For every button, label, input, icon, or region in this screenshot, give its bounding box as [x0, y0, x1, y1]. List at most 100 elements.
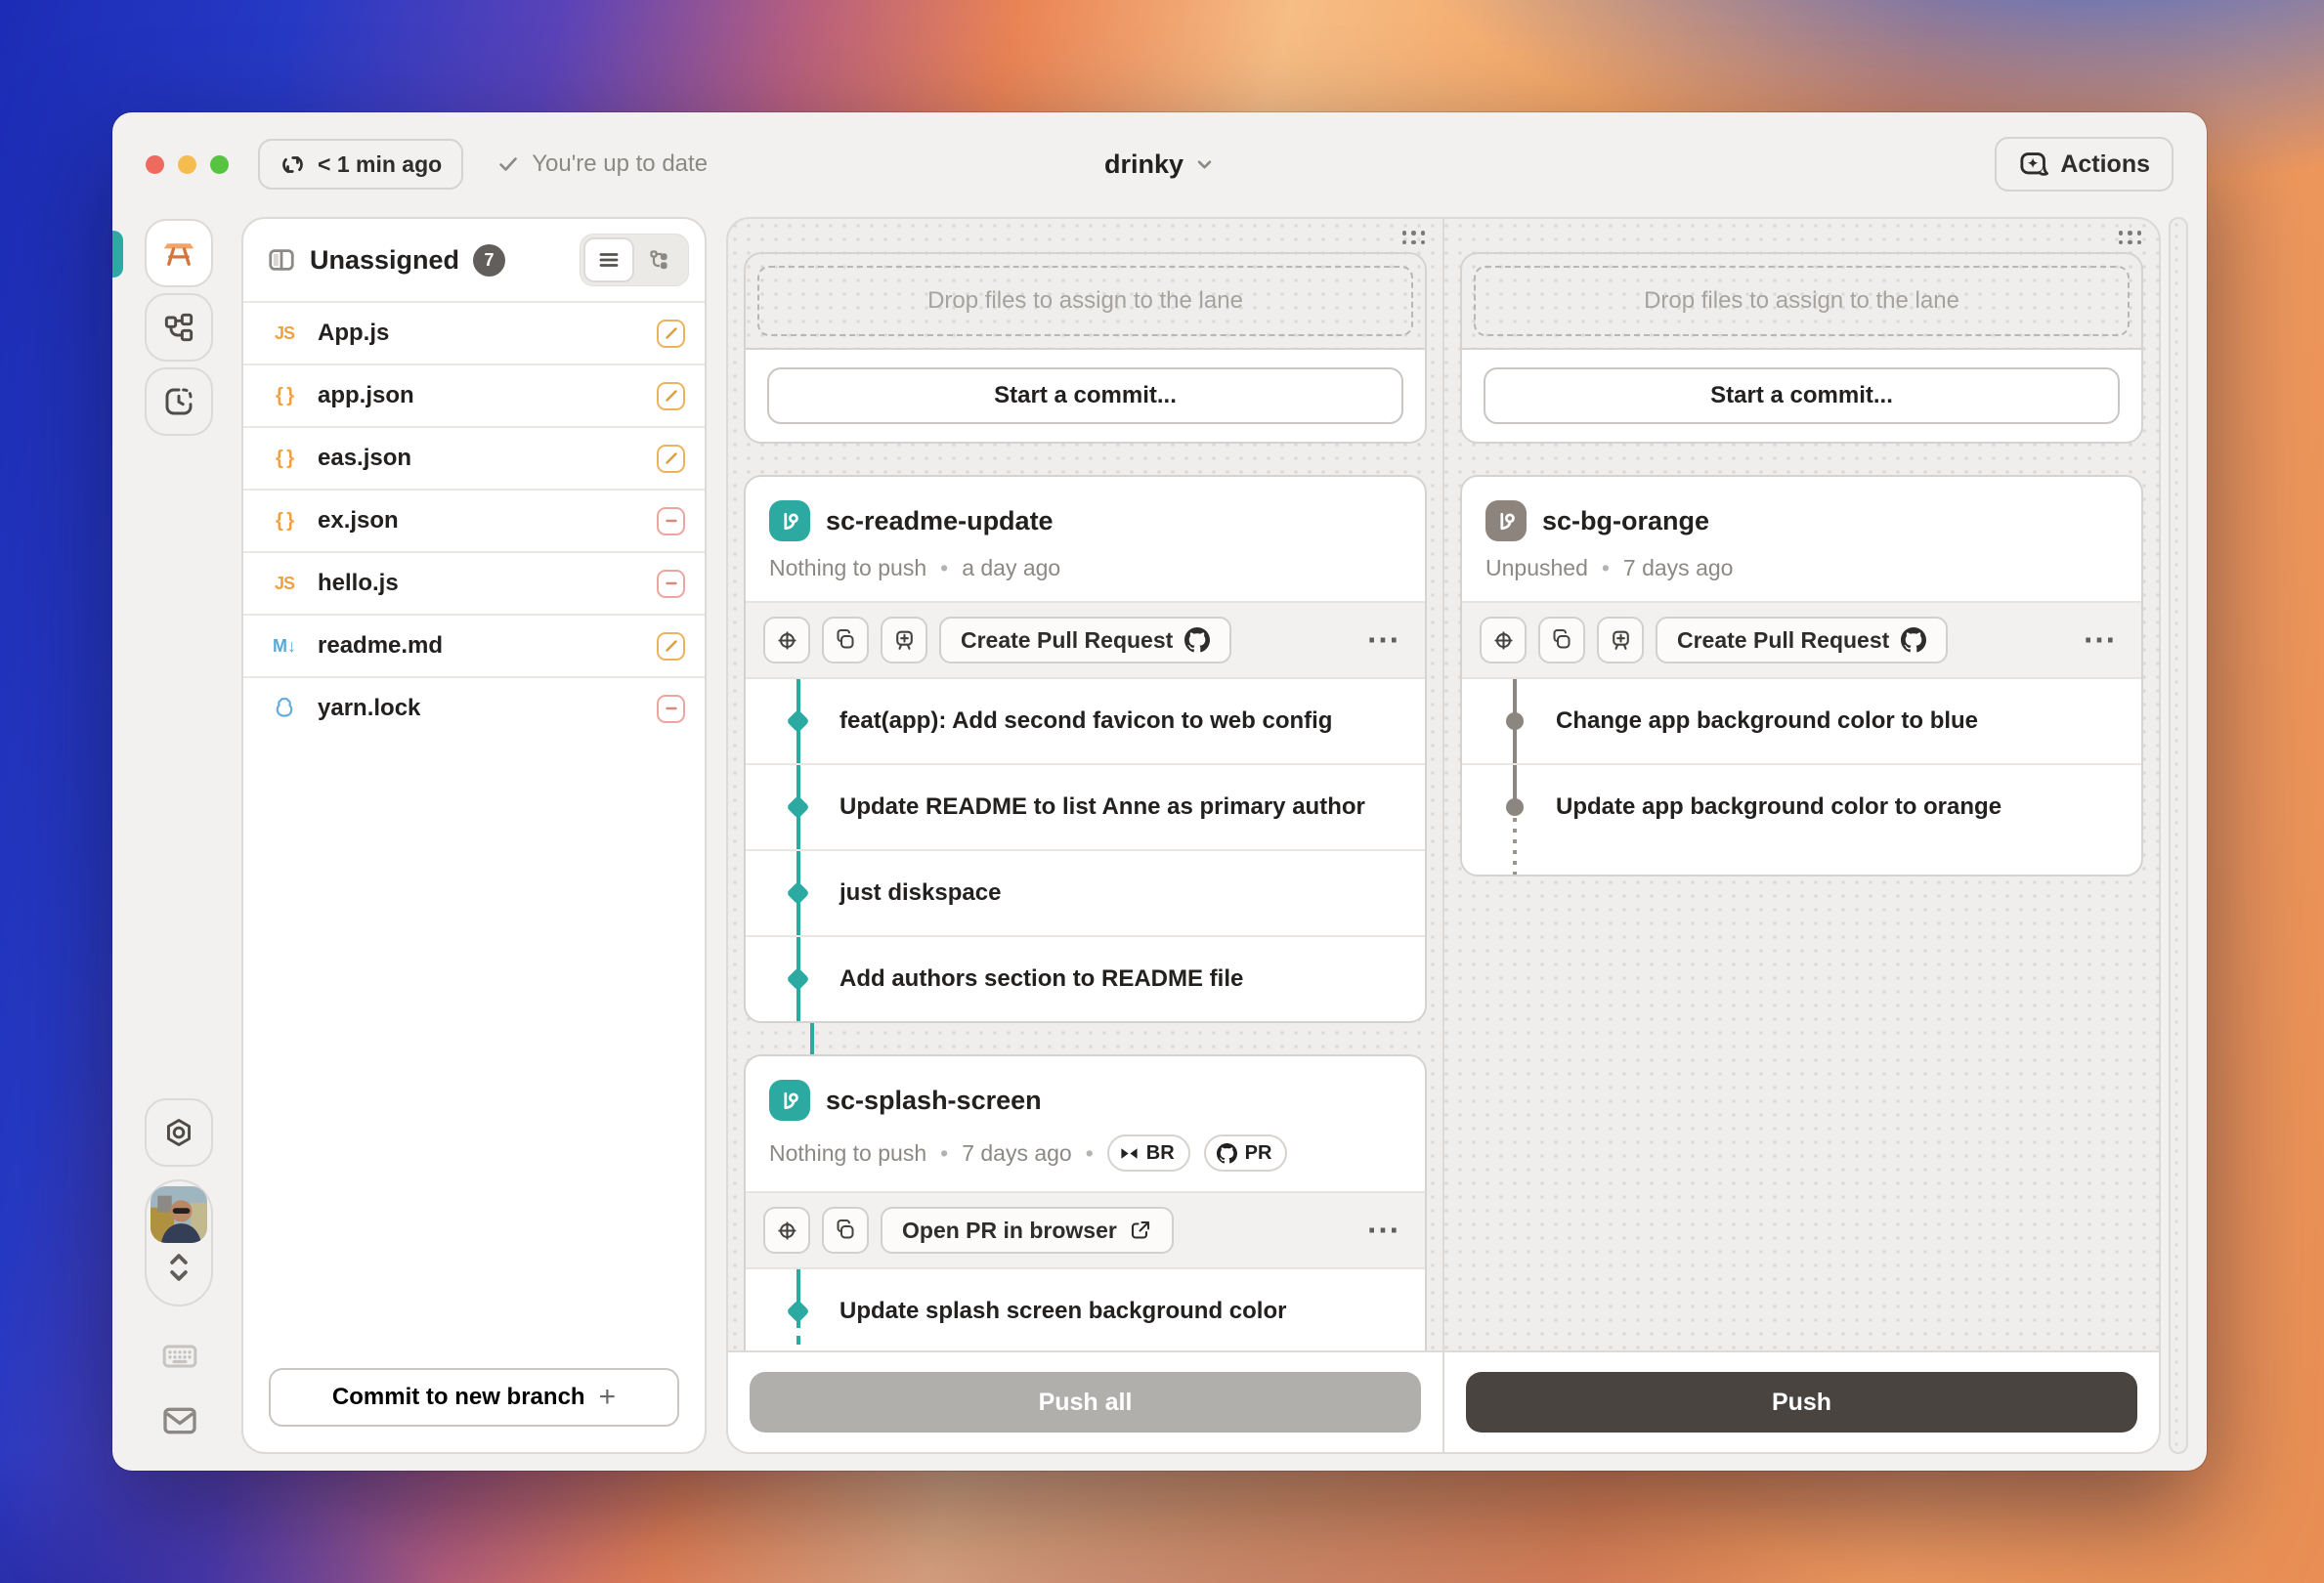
lane-drag-handle[interactable]: [1402, 231, 1426, 244]
commit-composer-card: Drop files to assign to the lane Start a…: [744, 252, 1427, 444]
branch-menu-button[interactable]: ⋯: [1358, 623, 1407, 657]
file-row[interactable]: M↓ readme.md: [243, 614, 705, 676]
focus-branch-button[interactable]: [763, 617, 810, 663]
commit-row[interactable]: Update app background color to orange: [1462, 763, 2141, 849]
project-selector[interactable]: drinky: [1104, 150, 1215, 180]
list-view-button[interactable]: [583, 237, 634, 282]
lane-1-scroll-area[interactable]: Drop files to assign to the lane Start a…: [728, 219, 1442, 1350]
project-name: drinky: [1104, 150, 1184, 180]
butler-review-badge[interactable]: BR: [1107, 1134, 1190, 1172]
commit-row[interactable]: Change app background color to blue: [1462, 679, 2141, 763]
new-lane-drop-strip[interactable]: [2169, 217, 2188, 1454]
unassigned-panel: Unassigned 7 JS App.js: [241, 217, 707, 1454]
add-dependent-branch-button[interactable]: [881, 617, 927, 663]
open-pr-in-browser-button[interactable]: Open PR in browser: [881, 1207, 1174, 1254]
copy-branch-name-button[interactable]: [1538, 617, 1585, 663]
commit-row[interactable]: Update README to list Anne as primary au…: [746, 763, 1425, 849]
commit-list: feat(app): Add second favicon to web con…: [746, 679, 1425, 1021]
sidebar-item-workspace[interactable]: [145, 219, 213, 287]
start-commit-button[interactable]: Start a commit...: [767, 367, 1403, 424]
commit-row[interactable]: Add authors section to README file: [746, 935, 1425, 1021]
commit-composer-card: Drop files to assign to the lane Start a…: [1460, 252, 2143, 444]
push-all-button[interactable]: Push all: [750, 1372, 1421, 1433]
branch-toolbar: Open PR in browser ⋯: [746, 1191, 1425, 1269]
file-row[interactable]: { } eas.json: [243, 426, 705, 489]
file-row[interactable]: JS App.js: [243, 301, 705, 364]
keyboard-shortcuts-button[interactable]: [159, 1336, 200, 1377]
github-icon: [1217, 1143, 1237, 1164]
plus-icon: +: [599, 1381, 617, 1414]
tree-view-button[interactable]: [634, 237, 685, 282]
create-pull-request-button[interactable]: Create Pull Request: [939, 617, 1231, 663]
zoom-window-button[interactable]: [210, 155, 229, 174]
feedback-button[interactable]: [159, 1400, 200, 1441]
branch-toolbar: Create Pull Request ⋯: [1462, 601, 2141, 679]
yarn-file-icon: [267, 696, 302, 721]
js-file-icon: JS: [267, 574, 302, 594]
close-window-button[interactable]: [146, 155, 164, 174]
drop-zone[interactable]: Drop files to assign to the lane: [746, 254, 1425, 348]
lanes-container: Drop files to assign to the lane Start a…: [726, 217, 2161, 1454]
branch-lane-icon: [769, 1080, 810, 1121]
branch-header[interactable]: sc-bg-orange Unpushed • 7 days ago: [1462, 477, 2141, 601]
branch-push-status: Nothing to push: [769, 555, 926, 581]
fetch-button[interactable]: < 1 min ago: [258, 139, 463, 190]
branch-menu-button[interactable]: ⋯: [1358, 1214, 1407, 1247]
drop-zone[interactable]: Drop files to assign to the lane: [1462, 254, 2141, 348]
branch-lane-icon: [769, 500, 810, 541]
copy-branch-name-button[interactable]: [822, 617, 869, 663]
sidebar-item-branches[interactable]: [145, 293, 213, 362]
sparkle-icon: [2018, 150, 2048, 180]
create-pull-request-button[interactable]: Create Pull Request: [1656, 617, 1948, 663]
file-row[interactable]: { } ex.json: [243, 489, 705, 551]
branch-subtitle: Nothing to push • 7 days ago • BR: [769, 1134, 1401, 1172]
commit-row[interactable]: just diskspace: [746, 849, 1425, 935]
deleted-status-icon: [657, 570, 685, 598]
branch-name: sc-bg-orange: [1542, 506, 1709, 536]
mail-icon: [160, 1401, 199, 1440]
branch-menu-button[interactable]: ⋯: [2075, 623, 2124, 657]
workbench-table-icon: [161, 235, 196, 271]
deleted-status-icon: [657, 507, 685, 535]
lane-1-footer: Push all: [728, 1350, 1442, 1452]
branch-toolbar: Create Pull Request ⋯: [746, 601, 1425, 679]
minimize-window-button[interactable]: [178, 155, 196, 174]
github-icon: [1184, 627, 1210, 653]
commit-marker: [1506, 798, 1524, 816]
push-button[interactable]: Push: [1466, 1372, 2137, 1433]
active-tab-indicator: [112, 231, 123, 278]
check-icon: [496, 152, 520, 176]
file-row[interactable]: JS hello.js: [243, 551, 705, 614]
commit-row[interactable]: feat(app): Add second favicon to web con…: [746, 679, 1425, 763]
commit-row[interactable]: Update splash screen background color: [746, 1269, 1425, 1350]
settings-button[interactable]: [145, 1098, 213, 1167]
lane-1: Drop files to assign to the lane Start a…: [728, 219, 1442, 1452]
branch-card-sc-readme-update: sc-readme-update Nothing to push • a day…: [744, 475, 1427, 1023]
file-row[interactable]: { } app.json: [243, 364, 705, 426]
branch-header[interactable]: sc-readme-update Nothing to push • a day…: [746, 477, 1425, 601]
account-switcher[interactable]: [145, 1179, 213, 1306]
history-clock-icon: [163, 386, 194, 417]
branch-name: sc-splash-screen: [826, 1086, 1042, 1116]
modified-status-icon: [657, 632, 685, 661]
start-commit-button[interactable]: Start a commit...: [1484, 367, 2120, 424]
add-dependent-branch-button[interactable]: [1597, 617, 1644, 663]
traffic-lights: [146, 155, 229, 174]
file-row[interactable]: yarn.lock: [243, 676, 705, 739]
branch-header[interactable]: sc-splash-screen Nothing to push • 7 day…: [746, 1056, 1425, 1191]
focus-branch-button[interactable]: [763, 1207, 810, 1254]
lane-drag-handle[interactable]: [2119, 231, 2142, 244]
avatar: [151, 1186, 207, 1243]
json-file-icon: { }: [267, 510, 302, 533]
copy-branch-name-button[interactable]: [822, 1207, 869, 1254]
focus-branch-button[interactable]: [1480, 617, 1527, 663]
branch-graph-icon: [163, 312, 194, 343]
lane-2-scroll-area[interactable]: Drop files to assign to the lane Start a…: [1444, 219, 2159, 1350]
pull-request-badge[interactable]: PR: [1204, 1134, 1288, 1172]
view-toggle: [580, 234, 689, 286]
actions-button[interactable]: Actions: [1995, 137, 2173, 192]
commit-to-new-branch-button[interactable]: Commit to new branch +: [269, 1368, 679, 1427]
deleted-status-icon: [657, 695, 685, 723]
sidebar-item-history[interactable]: [145, 367, 213, 436]
chevron-up-down-icon: [164, 1249, 194, 1286]
